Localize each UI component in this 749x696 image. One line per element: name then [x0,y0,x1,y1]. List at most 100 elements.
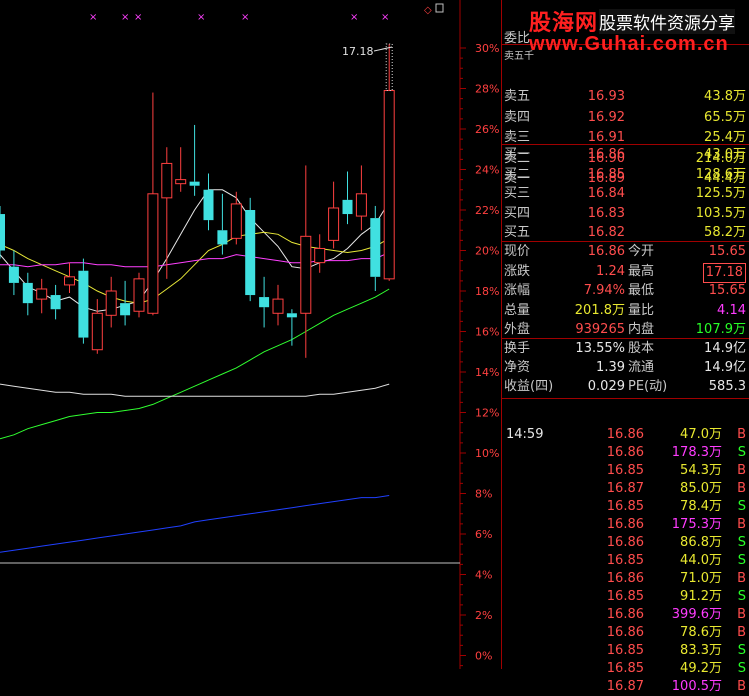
diamond-icon[interactable]: ◇ [424,5,432,16]
tick-side: B [737,625,746,640]
separator [502,338,749,339]
y-tick-label: 4% [475,569,492,582]
fund-label: 净资 [504,360,531,375]
tick-price: 16.86 [606,427,644,442]
tick-row: 16.87 85.0万 B [502,480,749,498]
bid-volume: 128.6万 [695,166,746,182]
bid-price: 16.83 [587,205,625,221]
stat-row: 现价 16.86 今开 15.65 [502,243,749,261]
tick-row: 16.85 83.3万 S [502,642,749,660]
tick-volume: 71.0万 [680,571,722,586]
separator [502,144,749,145]
ask-volume: 43.8万 [704,89,746,104]
bid-row: 买二 16.85 128.6万 [502,166,749,184]
tick-row: 16.87 100.5万 B [502,678,749,696]
tick-volume: 399.6万 [671,607,722,622]
window-box-icon[interactable] [435,3,444,13]
stat-value: 7.94% [583,283,625,298]
fund-value: 13.55% [575,341,625,356]
candle-body [383,90,395,280]
y-tick-label: 2% [475,609,492,622]
tick-volume: 44.0万 [680,553,722,568]
tick-price: 16.86 [606,625,644,640]
top-marker: × [381,12,389,23]
candle-body [230,203,242,239]
tick-volume: 86.8万 [680,535,722,550]
top-marker: × [350,12,358,23]
candle-body [203,189,214,221]
stat-value: 1.24 [596,263,625,279]
candle-body [8,266,19,283]
candle-body [161,162,173,199]
tick-price: 16.86 [606,445,644,460]
stat-row: 涨跌 1.24 最高 17.18 [502,262,749,283]
y-tick-label: 14% [475,366,499,379]
stat-label-2: 内盘 [628,322,655,337]
stat-value: 201.8万 [574,302,625,318]
tick-row: 16.86 78.6万 B [502,624,749,642]
stat-value-2: 15.65 [708,244,746,259]
stat-label: 涨跌 [504,263,531,279]
tick-side: B [737,517,746,532]
tick-volume: 175.3万 [671,517,722,532]
stat-value: 16.86 [587,244,625,259]
tick-row: 16.86 86.8万 S [502,534,749,552]
candle-body [120,303,131,316]
candle-body [300,235,312,314]
fund-value-2: 585.3 [708,379,746,394]
candle-body [78,270,89,338]
ma-line-ma10 [0,231,390,304]
top-marker: × [121,12,129,23]
y-tick-label: 30% [475,42,499,55]
tick-side: B [737,463,746,478]
y-tick-label: 24% [475,164,499,177]
candle-body [147,193,159,314]
ask-label: 卖五 [504,89,531,104]
candle-body [272,298,284,314]
fund-value-2: 14.9亿 [704,360,746,375]
stat-value-2: 15.65 [708,283,746,298]
max-price-label: 17.18 [342,45,374,58]
kline-chart[interactable]: 30% 28% 26% 24% 22% 20% 18% 16% 14% 12% 10% 8% 6% 4% 2… [0,0,501,669]
fund-row: 净资 1.39 流通 14.9亿 [502,359,749,377]
tick-volume: 54.3万 [680,463,722,478]
tick-row: 16.85 78.4万 S [502,498,749,516]
tick-volume: 78.6万 [680,625,722,640]
stat-label: 外盘 [504,322,531,337]
stat-row: 总量 201.8万 量比 4.14 [502,302,749,320]
tick-row: 16.85 54.3万 B [502,462,749,480]
stat-label: 总量 [504,302,531,318]
moving-average-lines [0,189,390,553]
tick-price: 16.85 [606,463,644,478]
stat-label-2: 最高 [628,263,655,279]
tick-volume: 100.5万 [671,679,722,694]
stat-label: 涨幅 [504,283,531,298]
bid-row: 买一 16.86 43.0万 [502,146,749,164]
tick-side: B [737,679,746,694]
top-marker: × [89,12,97,23]
candle-body [245,210,256,296]
candle-body [105,290,117,316]
tick-side: B [737,571,746,586]
ma-line-ma120 [0,495,390,553]
tick-volume: 78.4万 [680,499,722,514]
stat-row: 涨幅 7.94% 最低 15.65 [502,282,749,300]
tick-volume: 178.3万 [671,445,722,460]
y-tick-label: 18% [475,285,499,298]
separator [502,241,749,242]
ask-label: 卖四 [504,109,531,125]
tick-volume: 83.3万 [680,643,722,658]
candle-body [91,312,103,351]
tick-row: 16.86 175.3万 B [502,516,749,534]
fund-row: 换手 13.55% 股本 14.9亿 [502,340,749,358]
candle-body [189,181,200,186]
fund-label-2: PE(动) [628,379,668,394]
stat-label-2: 量比 [628,302,655,318]
fund-label-2: 流通 [628,360,655,375]
y-tick-label: 6% [475,528,492,541]
tick-price: 16.85 [606,643,644,658]
candle-body [133,278,145,312]
bid-row: 买三 16.84 125.5万 [502,185,749,203]
ask-row: 卖四 16.92 65.5万 [502,109,749,127]
bid-label: 买一 [504,147,531,162]
